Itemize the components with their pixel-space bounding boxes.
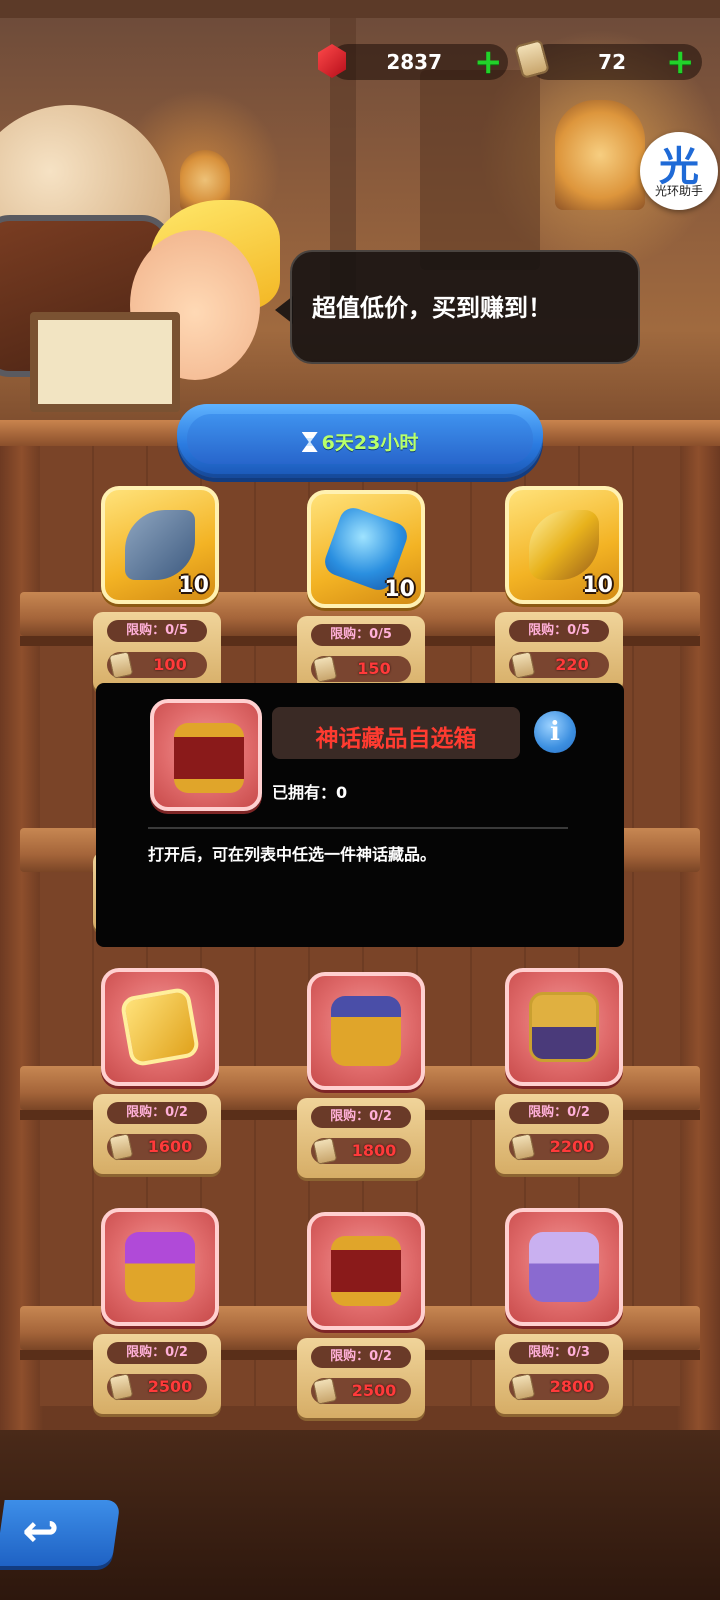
back-arrow-icon: ↩ (22, 1506, 60, 1557)
item-price: 2500 (351, 1381, 397, 1400)
golden-frame-icon (119, 986, 201, 1068)
price-plaque[interactable]: 限购：0/2 2200 (495, 1094, 623, 1174)
item-price: 2200 (549, 1137, 595, 1156)
item-quantity: 10 (582, 573, 613, 598)
helper-icon: 光 (659, 144, 699, 190)
item-price: 1800 (351, 1141, 397, 1160)
item-price: 220 (555, 655, 589, 674)
item-price: 2500 (147, 1377, 193, 1396)
scroll-icon (108, 1373, 134, 1401)
scroll-count: 72 (598, 50, 626, 74)
red-gold-chest-icon (174, 723, 244, 793)
shop-item-tile[interactable]: 10 (101, 486, 219, 604)
price-box: 1600 (107, 1133, 207, 1161)
purple-chest-icon (125, 1232, 195, 1302)
price-plaque[interactable]: 限购：0/2 1600 (93, 1094, 221, 1174)
purchase-limit: 限购：0/5 (311, 624, 411, 646)
purchase-limit: 限购：0/2 (509, 1102, 609, 1124)
purchase-limit: 限购：0/3 (509, 1342, 609, 1364)
shield-chest-icon (331, 996, 401, 1066)
helper-button[interactable]: 光 光环助手 (640, 132, 718, 210)
scroll-icon (108, 651, 134, 679)
price-plaque[interactable]: 限购：0/5 100 (93, 612, 221, 692)
item-quantity: 10 (178, 573, 209, 598)
item-description: 打开后，可在列表中任选一件神话藏品。 (148, 845, 437, 864)
speech-bubble: 超值低价，买到赚到！ (290, 250, 640, 364)
item-name-box: 神话藏品自选箱 (272, 707, 520, 759)
shop-item-tile[interactable] (307, 972, 425, 1090)
price-plaque[interactable]: 限购：0/2 2500 (93, 1334, 221, 1414)
eye-card-icon (529, 992, 599, 1062)
owned-count: 已拥有：0 (272, 783, 348, 802)
scroll-icon (312, 655, 338, 683)
price-plaque[interactable]: 限购：0/5 220 (495, 612, 623, 692)
price-box: 2200 (509, 1133, 609, 1161)
shop-item-tile[interactable]: 10 (307, 490, 425, 608)
gold-horn-icon (529, 510, 599, 580)
shop-item-tile[interactable]: 10 (505, 486, 623, 604)
divider (148, 827, 568, 829)
item-quantity: 10 (384, 577, 415, 602)
timer-text: 6天23小时 (187, 428, 533, 455)
scroll-icon (108, 1133, 134, 1161)
back-button[interactable]: ↩ (0, 1500, 121, 1566)
item-price: 150 (357, 659, 391, 678)
timer-banner: 6天23小时 (177, 404, 543, 478)
shop-item-tile[interactable] (505, 968, 623, 1086)
item-price: 2800 (549, 1377, 595, 1396)
purchase-limit: 限购：0/5 (107, 620, 207, 642)
shop-item-tile[interactable] (101, 968, 219, 1086)
purchase-limit: 限购：0/2 (107, 1102, 207, 1124)
scroll-icon (312, 1137, 338, 1165)
price-box: 2800 (509, 1373, 609, 1401)
price-box: 2500 (311, 1377, 411, 1405)
shop-item-tile[interactable] (505, 1208, 623, 1326)
item-detail-popup: 神话藏品自选箱 i 已拥有：0 打开后，可在列表中任选一件神话藏品。 (96, 683, 624, 947)
add-gems-button[interactable]: + (474, 45, 503, 79)
item-name: 神话藏品自选箱 (315, 726, 477, 752)
item-price: 100 (153, 655, 187, 674)
timer-inner: 6天23小时 (187, 414, 533, 464)
horn-pipe-icon (125, 510, 195, 580)
info-icon[interactable]: i (534, 711, 576, 753)
price-box: 100 (107, 651, 207, 679)
purchase-limit: 限购：0/2 (107, 1342, 207, 1364)
scroll-icon (510, 1373, 536, 1401)
scroll-icon (312, 1377, 338, 1405)
price-plaque[interactable]: 限购：0/2 1800 (297, 1098, 425, 1178)
red-gold-chest-icon (331, 1236, 401, 1306)
shop-item-tile[interactable] (307, 1212, 425, 1330)
shop-item-tile[interactable] (101, 1208, 219, 1326)
price-box: 2500 (107, 1373, 207, 1401)
purchase-limit: 限购：0/2 (311, 1346, 411, 1368)
popup-item-tile (150, 699, 262, 811)
countdown: 6天23小时 (321, 432, 419, 454)
purchase-limit: 限购：0/5 (509, 620, 609, 642)
scroll-icon (510, 651, 536, 679)
price-box: 220 (509, 651, 609, 679)
price-plaque[interactable]: 限购：0/2 2500 (297, 1338, 425, 1418)
price-box: 1800 (311, 1137, 411, 1165)
scroll-icon (510, 1133, 536, 1161)
price-box: 150 (311, 655, 411, 683)
purchase-limit: 限购：0/2 (311, 1106, 411, 1128)
speech-text: 超值低价，买到赚到！ (312, 294, 552, 322)
hourglass-icon (301, 432, 318, 452)
helper-label: 光环助手 (654, 184, 703, 198)
gem-count: 2837 (386, 50, 442, 74)
item-price: 1600 (147, 1137, 193, 1156)
price-plaque[interactable]: 限购：0/3 2800 (495, 1334, 623, 1414)
signboard (30, 312, 180, 412)
lavender-chest-icon (529, 1232, 599, 1302)
add-scrolls-button[interactable]: + (666, 45, 695, 79)
